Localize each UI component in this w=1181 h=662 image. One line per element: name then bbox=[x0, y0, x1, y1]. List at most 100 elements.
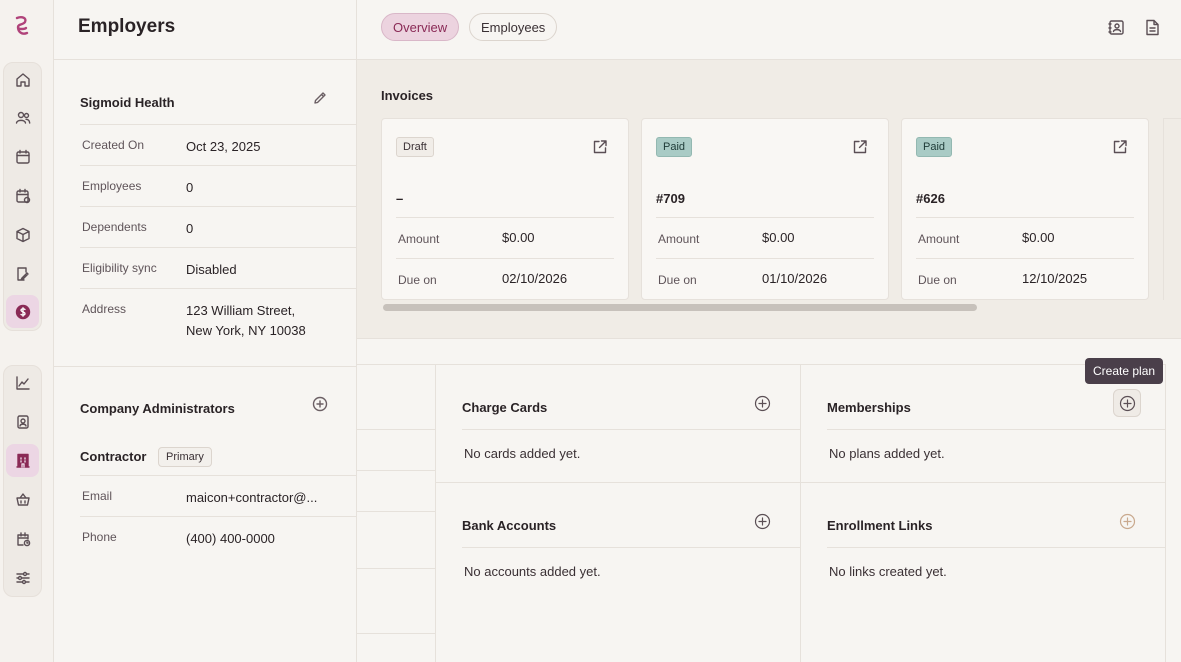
invoice-due-label: Due on bbox=[918, 273, 957, 287]
info-label: Employees bbox=[82, 179, 142, 193]
app-rail bbox=[0, 0, 54, 662]
invoice-amount-row: Amount $0.00 bbox=[656, 217, 874, 257]
primary-badge: Primary bbox=[158, 447, 212, 467]
scrollbar-thumb[interactable] bbox=[383, 304, 977, 311]
rail-store[interactable] bbox=[6, 483, 39, 516]
document-button[interactable] bbox=[1143, 18, 1161, 36]
invoice-due-date: 12/10/2025 bbox=[1022, 271, 1088, 286]
admin-name: Contractor bbox=[80, 449, 147, 464]
info-row-address: Address 123 William Street, New York, NY… bbox=[80, 288, 356, 348]
document-icon bbox=[1145, 19, 1159, 35]
external-link-icon bbox=[853, 140, 867, 154]
add-enrollment-link-button[interactable] bbox=[1118, 512, 1136, 530]
invoice-due-date: 01/10/2026 bbox=[762, 271, 828, 286]
info-row-email: Email maicon+contractor@... bbox=[80, 475, 356, 516]
add-bank-account-button[interactable] bbox=[753, 512, 771, 530]
invoice-number: – bbox=[396, 191, 404, 206]
info-value: Oct 23, 2025 bbox=[186, 139, 261, 154]
dollar-icon bbox=[15, 304, 30, 319]
invoice-card-partial[interactable] bbox=[1163, 118, 1181, 300]
info-label: Phone bbox=[82, 530, 117, 544]
rail-employers[interactable] bbox=[6, 444, 39, 477]
create-plan-button[interactable] bbox=[1113, 389, 1141, 417]
sliders-icon bbox=[15, 571, 30, 584]
invoice-card[interactable]: Draft – Amount $0.00 Due on 02/10/2026 bbox=[381, 118, 629, 300]
building-icon bbox=[15, 453, 30, 468]
rail-providers[interactable] bbox=[6, 405, 39, 438]
rail-calendar[interactable] bbox=[6, 140, 39, 173]
open-invoice-button[interactable] bbox=[852, 139, 868, 155]
plus-circle-icon bbox=[1119, 395, 1135, 411]
edit-employer-button[interactable] bbox=[311, 89, 329, 107]
info-value[interactable]: maicon+contractor@... bbox=[186, 488, 317, 508]
rail-tasks[interactable] bbox=[6, 257, 39, 290]
row-divider bbox=[357, 633, 436, 634]
rail-appointments[interactable] bbox=[6, 179, 39, 212]
info-label: Email bbox=[82, 489, 113, 503]
info-row-phone: Phone (400) 400-0000 bbox=[80, 516, 356, 557]
employer-name: Sigmoid Health bbox=[80, 95, 175, 110]
column-divider bbox=[800, 364, 801, 662]
add-admin-button[interactable] bbox=[311, 395, 329, 413]
info-value: 0 bbox=[186, 221, 194, 236]
chart-icon bbox=[15, 375, 30, 390]
rail-billing[interactable] bbox=[6, 295, 39, 328]
rail-settings[interactable] bbox=[6, 561, 39, 594]
invoice-due-row: Due on 02/10/2026 bbox=[396, 258, 614, 298]
plus-circle-icon bbox=[754, 513, 770, 529]
basket-icon bbox=[15, 492, 30, 506]
rail-analytics[interactable] bbox=[6, 366, 39, 399]
card-divider bbox=[462, 429, 800, 430]
contact-card-icon bbox=[1107, 19, 1124, 35]
contact-card-button[interactable] bbox=[1107, 18, 1125, 36]
row-divider bbox=[357, 429, 436, 430]
info-value: 123 William Street, New York, NY 10038 bbox=[186, 301, 306, 341]
info-label: Address bbox=[82, 302, 127, 316]
column-divider bbox=[1165, 364, 1166, 662]
info-label: Dependents bbox=[82, 220, 147, 234]
home-icon bbox=[15, 72, 30, 87]
info-value: (400) 400-0000 bbox=[186, 531, 275, 546]
card-row-divider bbox=[436, 482, 1165, 483]
invoice-amount-label: Amount bbox=[918, 232, 960, 246]
enrollment-links-title: Enrollment Links bbox=[827, 518, 933, 533]
invoice-card[interactable]: Paid #709 Amount $0.00 Due on 01/10/2026 bbox=[641, 118, 889, 300]
calendar-icon bbox=[15, 149, 30, 164]
charge-cards-empty: No cards added yet. bbox=[464, 446, 581, 461]
invoice-status-badge: Paid bbox=[656, 137, 693, 157]
invoice-card[interactable]: Paid #626 Amount $0.00 Due on 12/10/2025 bbox=[901, 118, 1149, 300]
open-invoice-button[interactable] bbox=[1112, 139, 1128, 155]
row-divider bbox=[357, 568, 436, 569]
tab-overview[interactable]: Overview bbox=[381, 13, 460, 41]
address-line-2: New York, NY 10038 bbox=[186, 323, 306, 338]
invoice-status-badge: Draft bbox=[396, 137, 434, 157]
column-divider bbox=[435, 364, 436, 662]
info-value: Disabled bbox=[186, 262, 237, 277]
invoice-number: #709 bbox=[656, 191, 685, 206]
page-title: Employers bbox=[78, 16, 176, 37]
users-icon bbox=[15, 111, 30, 124]
invoice-status-badge: Paid bbox=[916, 137, 953, 157]
app-logo[interactable] bbox=[13, 15, 31, 39]
tab-employees[interactable]: Employees bbox=[469, 13, 558, 41]
card-divider bbox=[462, 547, 800, 548]
card-divider bbox=[827, 547, 1165, 548]
rail-schedule[interactable] bbox=[6, 522, 39, 555]
plus-circle-icon bbox=[312, 396, 328, 412]
rail-packages[interactable] bbox=[6, 218, 39, 251]
invoices-scrollbar[interactable] bbox=[381, 300, 1166, 314]
rail-group-main bbox=[3, 62, 42, 331]
rail-members[interactable] bbox=[6, 101, 39, 134]
invoice-amount-label: Amount bbox=[658, 232, 700, 246]
add-charge-card-button[interactable] bbox=[753, 394, 771, 412]
create-plan-tooltip: Create plan bbox=[1085, 358, 1164, 384]
invoice-due-row: Due on 01/10/2026 bbox=[656, 258, 874, 298]
rail-home[interactable] bbox=[6, 63, 39, 96]
invoice-number: #626 bbox=[916, 191, 945, 206]
open-invoice-button[interactable] bbox=[592, 139, 608, 155]
employer-panel: Employers Sigmoid Health Created On Oct … bbox=[54, 0, 357, 662]
invoice-due-label: Due on bbox=[658, 273, 697, 287]
invoice-amount-row: Amount $0.00 bbox=[396, 217, 614, 257]
page-header: Employers bbox=[54, 0, 357, 60]
clipboard-icon bbox=[16, 266, 29, 281]
